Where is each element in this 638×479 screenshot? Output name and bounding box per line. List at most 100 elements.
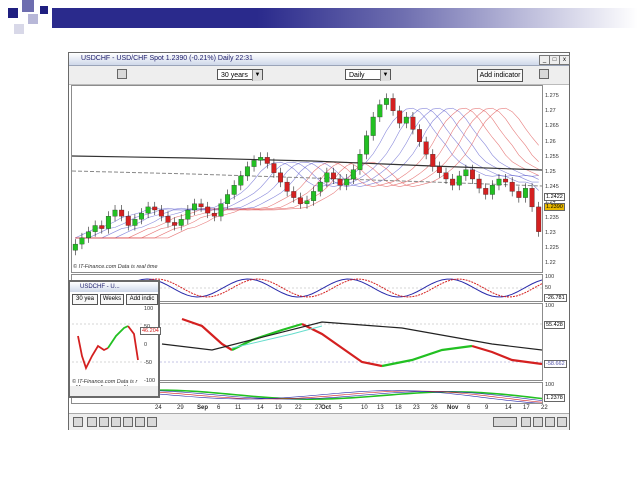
price-tag-upper: 1.2422 [544, 193, 565, 201]
toolbar-icon[interactable] [73, 417, 83, 427]
date-axis-label: 29 [177, 405, 184, 411]
chart-tool-icon[interactable] [117, 69, 127, 79]
close-button[interactable]: x [559, 55, 570, 65]
toolbar-icon[interactable] [135, 417, 145, 427]
mini-chart-window: USDCHF - U... 30 yea Weeks Add indic 100… [68, 280, 161, 398]
candle [112, 209, 118, 217]
window-titlebar: USDCHF - USD/CHF Spot 1.2390 (-0.21%) Da… [69, 53, 570, 66]
date-axis-label: 26 [431, 405, 438, 411]
toolbar-icon[interactable] [123, 417, 133, 427]
add-indicator-button[interactable]: Add indicator [477, 69, 523, 82]
date-axis-label: 23 [413, 405, 420, 411]
candle [172, 222, 178, 226]
candle [529, 188, 535, 208]
slide-header-bar [52, 8, 638, 28]
toolbar-icon[interactable] [99, 417, 109, 427]
date-axis-label: 6 [217, 405, 221, 411]
mini-scale-label: -100 [144, 378, 156, 384]
candle [470, 169, 475, 180]
candle [79, 237, 85, 245]
price-axis-label: 1.265 [545, 123, 559, 130]
candle [496, 178, 502, 186]
date-axis-label: 9 [485, 405, 489, 411]
chevron-down-icon: ▼ [380, 70, 390, 81]
toolbar-icon[interactable] [111, 417, 121, 427]
price-axis-label: 1.23 [545, 229, 556, 236]
candle [185, 209, 191, 220]
date-axis-label: 19 [275, 405, 282, 411]
candle [297, 197, 303, 204]
mini-add-indicator-button[interactable]: Add indic [126, 294, 158, 305]
candle [450, 178, 456, 186]
candle [483, 188, 489, 195]
candle [377, 104, 383, 118]
candle [443, 172, 449, 180]
candle [397, 110, 403, 124]
candle [244, 166, 250, 177]
watermark: © IT-Finance.com Data is real time [73, 264, 158, 270]
candle [417, 129, 422, 142]
toolbar-icon[interactable] [87, 417, 97, 427]
long-moving-average [71, 155, 543, 171]
price-axis-label: 1.26 [545, 138, 556, 145]
window-title: USDCHF - USD/CHF Spot 1.2390 (-0.21%) Da… [81, 55, 253, 62]
period-value: 30 years [221, 72, 248, 79]
date-axis-label: 5 [339, 405, 343, 411]
mini-chart [72, 323, 142, 371]
mini-red-line [127, 325, 139, 361]
zoom-icon[interactable] [545, 417, 555, 427]
osc2-low: -58.662 [544, 360, 567, 368]
candle [463, 169, 469, 177]
date-axis-label: 11 [235, 405, 242, 411]
candle [423, 141, 429, 155]
osc2-segment [181, 317, 233, 351]
zoom-icon[interactable] [557, 417, 567, 427]
candle [132, 219, 138, 226]
osc2-slow-line [161, 321, 543, 351]
zoom-slider[interactable] [493, 417, 517, 427]
candle [145, 206, 151, 214]
date-axis-label: 13 [377, 405, 384, 411]
candle [291, 191, 297, 198]
candle [383, 98, 389, 105]
candle [489, 185, 495, 195]
candle [317, 181, 323, 192]
candle [436, 166, 442, 173]
price-chart [71, 93, 543, 256]
candle [509, 181, 515, 192]
settings-icon[interactable] [539, 69, 549, 79]
price-axis-label: 1.255 [545, 153, 559, 160]
candle [251, 160, 257, 167]
candle [271, 163, 277, 173]
candle [410, 116, 416, 130]
osc2-segment [231, 322, 303, 351]
osc2-value: 55.428 [544, 321, 565, 329]
toolbar-icon[interactable] [521, 417, 531, 427]
period-select[interactable]: 30 years ▼ [217, 69, 263, 81]
osc1-mid: 50 [545, 285, 552, 291]
toolbar-icon[interactable] [533, 417, 543, 427]
mini-period-select[interactable]: 30 yea [72, 294, 98, 305]
mini-titlebar: USDCHF - U... [70, 282, 158, 292]
candle [516, 191, 522, 198]
candle [139, 212, 144, 220]
candle [152, 206, 158, 211]
price-axis-label: 1.275 [545, 93, 559, 99]
candle [205, 206, 211, 214]
candle [165, 216, 171, 223]
candle [350, 169, 356, 180]
candle [304, 200, 310, 204]
toolbar-icon[interactable] [147, 417, 157, 427]
candle [231, 185, 237, 195]
price-axis-label: 1.235 [545, 214, 559, 221]
candle [370, 116, 376, 136]
candle [192, 203, 197, 211]
mini-scale-label: 0 [144, 342, 148, 348]
price-tag-current: 1.2390 [544, 203, 565, 211]
candle [278, 172, 283, 183]
chart-toolbar: 30 years ▼ Daily ▼ Add indicator [69, 66, 569, 85]
interval-select[interactable]: Daily ▼ [345, 69, 391, 81]
mini-interval-select[interactable]: Weeks [100, 294, 124, 305]
date-axis-label: Oct [321, 405, 332, 411]
osc2-segment [301, 323, 383, 368]
